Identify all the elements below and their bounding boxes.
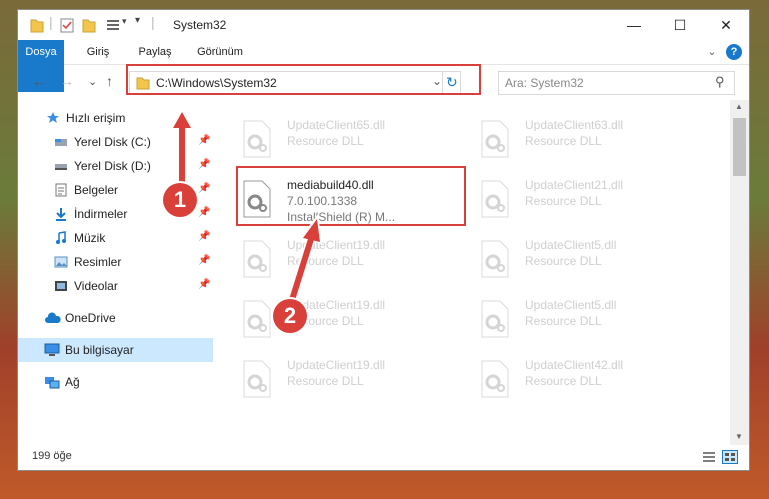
step-2-badge: 2 [273,299,307,333]
arrow-up-icon [170,108,194,182]
arrow-to-file-icon [287,214,322,302]
step-1-badge: 1 [163,183,197,217]
annotation-arrows [170,108,322,302]
